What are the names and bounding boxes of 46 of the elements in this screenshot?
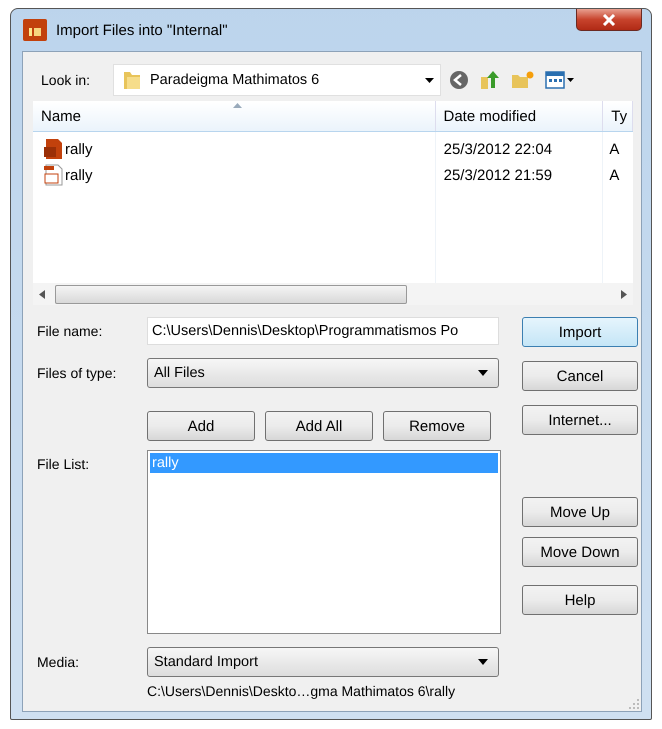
back-icon[interactable]	[449, 70, 469, 90]
list-action-button[interactable]: Remove	[383, 411, 491, 441]
scroll-thumb[interactable]	[55, 284, 407, 304]
media-label: Media:	[36, 654, 80, 670]
view-menu-icon[interactable]	[545, 71, 575, 89]
look-in-label: Look in:	[40, 72, 92, 88]
caret-icon	[478, 659, 488, 665]
list-action-button[interactable]: Add All	[265, 411, 373, 441]
scroll-right-icon[interactable]	[621, 290, 627, 298]
app-icon	[23, 19, 47, 41]
window-title: Import Files into "Internal"	[56, 22, 228, 38]
close-button[interactable]	[576, 9, 642, 31]
horizontal-scrollbar[interactable]	[33, 283, 633, 305]
file-item[interactable]: rally	[33, 162, 435, 188]
look-in-dropdown[interactable]: Paradeigma Mathimatos 6	[113, 64, 441, 96]
file-item[interactable]: rally	[33, 136, 435, 162]
column-header[interactable]: Date modified	[436, 101, 604, 131]
document-icon	[43, 164, 63, 186]
file-path-text: C:\Users\Dennis\Deskto…gma Mathimatos 6\rally	[147, 683, 456, 699]
type-cell: A	[609, 140, 620, 158]
sort-arrow-icon	[233, 103, 242, 108]
type-cell: A	[609, 166, 620, 184]
file-type-dropdown[interactable]: All Files	[147, 358, 499, 388]
dialog-button[interactable]: Import	[522, 317, 638, 347]
folder-icon	[122, 69, 142, 91]
file-name-field[interactable]: C:\Users\Dennis\Desktop\Programmatismos Po	[147, 317, 499, 345]
date-cell: 25/3/2012 22:04	[444, 140, 552, 158]
caret-icon	[425, 78, 434, 82]
file-list-label: File List:	[36, 455, 90, 472]
date-cell: 25/3/2012 21:59	[444, 166, 552, 184]
scroll-left-icon[interactable]	[39, 290, 45, 298]
dialog-button[interactable]: Internet...	[522, 405, 638, 435]
list-action-button[interactable]: Add	[147, 411, 255, 441]
dialog-button[interactable]: Move Up	[522, 497, 638, 527]
close-icon	[602, 14, 616, 26]
file-type-label: Files of type:	[36, 365, 118, 381]
media-dropdown[interactable]: Standard Import	[147, 647, 499, 677]
resize-grip-icon[interactable]	[629, 699, 639, 709]
dialog-button[interactable]: Move Down	[522, 537, 638, 567]
column-header[interactable]: Ty	[603, 101, 633, 131]
file-name-label: File name:	[36, 323, 104, 339]
dialog-button[interactable]: Cancel	[522, 361, 638, 391]
caret-icon	[478, 370, 488, 376]
document-icon	[43, 138, 63, 160]
dialog-button[interactable]: Help	[522, 585, 638, 615]
up-folder-icon[interactable]	[479, 69, 501, 91]
